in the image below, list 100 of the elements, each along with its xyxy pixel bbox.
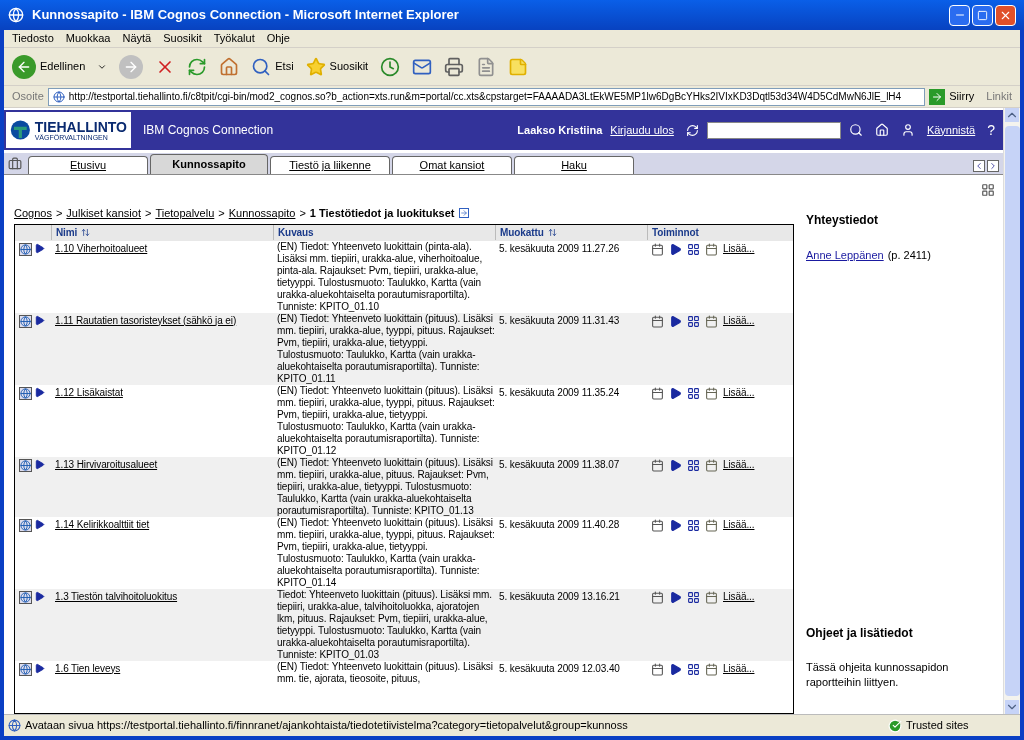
- run-icon[interactable]: [34, 518, 45, 530]
- report-icon[interactable]: [19, 590, 32, 604]
- report-name-link[interactable]: 1.14 Kelirikkoalttiit tiet: [51, 516, 273, 531]
- grid-icon[interactable]: [687, 386, 700, 400]
- breadcrumb-current: 1 Tiestötiedot ja luokitukset: [309, 206, 455, 221]
- run-icon[interactable]: [669, 242, 682, 256]
- more-link[interactable]: Lisää...: [723, 314, 755, 327]
- column-header[interactable]: Muokattu: [495, 225, 647, 240]
- column-header[interactable]: Toiminnot: [647, 225, 793, 240]
- contact-link[interactable]: Anne Leppänen: [806, 247, 884, 264]
- more-link[interactable]: Lisää...: [723, 386, 755, 399]
- search-button[interactable]: Etsi: [251, 56, 294, 77]
- go-button[interactable]: Siirry: [929, 88, 975, 105]
- refresh-icon[interactable]: [685, 123, 699, 137]
- run-icon[interactable]: [34, 314, 45, 326]
- breadcrumb-link[interactable]: Tietopalvelu: [155, 205, 215, 222]
- breadcrumb-link[interactable]: Julkiset kansiot: [66, 205, 141, 222]
- tab[interactable]: Kunnossapito: [150, 154, 268, 174]
- scroll-down-icon[interactable]: [1005, 700, 1019, 714]
- grid-icon[interactable]: [687, 662, 700, 676]
- run-icon[interactable]: [34, 590, 45, 602]
- schedule-icon[interactable]: [705, 242, 718, 256]
- run-icon[interactable]: [34, 386, 45, 398]
- sort-icon[interactable]: [547, 228, 557, 237]
- menu-item[interactable]: Tiedosto: [12, 30, 54, 47]
- report-icon[interactable]: [19, 458, 32, 472]
- schedule-icon[interactable]: [705, 518, 718, 532]
- more-link[interactable]: Lisää...: [723, 518, 755, 531]
- logout-link[interactable]: Kirjaudu ulos: [610, 121, 674, 139]
- print-icon[interactable]: [444, 56, 465, 77]
- run-icon[interactable]: [669, 458, 682, 472]
- more-link[interactable]: Lisää...: [723, 662, 755, 675]
- tab[interactable]: Etusivu: [28, 156, 148, 174]
- grid-icon[interactable]: [687, 242, 700, 256]
- schedule-icon[interactable]: [705, 458, 718, 472]
- grid-icon[interactable]: [687, 590, 700, 604]
- close-button[interactable]: [995, 4, 1016, 26]
- report-name-link[interactable]: 1.3 Tiestön talvihoitoluokitus: [51, 588, 273, 603]
- breadcrumb-link[interactable]: Kunnossapito: [228, 205, 296, 222]
- tab[interactable]: Haku: [514, 156, 634, 174]
- search-icon[interactable]: [848, 123, 863, 137]
- tab[interactable]: Omat kansiot: [392, 156, 512, 174]
- grid-icon[interactable]: [687, 518, 700, 532]
- menu-item[interactable]: Työkalut: [213, 30, 255, 47]
- report-icon[interactable]: [19, 662, 32, 676]
- run-icon[interactable]: [669, 314, 682, 328]
- run-icon[interactable]: [669, 590, 682, 604]
- tab[interactable]: Tiestö ja liikenne: [270, 156, 390, 174]
- run-icon[interactable]: [669, 386, 682, 400]
- address-field[interactable]: http://testportal.tiehallinto.fi/c8tpit/cgi-bin/mod2_cognos.so?b_action=xts.run&m=portal/cc.xts&cpstarget=FAAAADA3LtEkWE5MP1lw6DgBcYHks2IVIxKD3Dqtl53d34W4D5CdMwN6JlE_lH4: [47, 87, 926, 106]
- menu-item[interactable]: Suosikit: [163, 30, 202, 47]
- menu-item[interactable]: Muokkaa: [65, 30, 111, 47]
- links-label[interactable]: Linkit: [986, 88, 1012, 105]
- help-menu[interactable]: ?: [987, 119, 995, 141]
- schedule-icon[interactable]: [705, 314, 718, 328]
- layout-icon[interactable]: [981, 183, 995, 197]
- grid-icon[interactable]: [687, 314, 700, 328]
- run-icon[interactable]: [34, 242, 45, 254]
- report-name-link[interactable]: 1.6 Tien leveys: [51, 660, 273, 675]
- schedule-icon[interactable]: [705, 662, 718, 676]
- scroll-up-icon[interactable]: [1005, 108, 1019, 122]
- page-icon: [8, 719, 21, 732]
- report-icon[interactable]: [19, 386, 32, 400]
- report-name-link[interactable]: 1.12 Lisäkaistat: [51, 384, 273, 399]
- menu-item[interactable]: Ohje: [266, 30, 290, 47]
- report-name-link[interactable]: 1.11 Rautatien tasoristeykset (sähkö ja ei): [51, 312, 273, 327]
- run-icon[interactable]: [34, 458, 45, 470]
- more-link[interactable]: Lisää...: [723, 242, 755, 255]
- report-name-link[interactable]: 1.13 Hirvivaroitusalueet: [51, 456, 273, 471]
- report-icon[interactable]: [19, 242, 32, 256]
- modified-cell-text: 5. kesäkuuta 2009 11.35.24: [498, 385, 621, 399]
- person-icon[interactable]: [900, 123, 915, 137]
- column-header[interactable]: Nimi: [51, 225, 273, 240]
- more-link[interactable]: Lisää...: [723, 590, 755, 603]
- scrollbar[interactable]: [1003, 108, 1020, 714]
- sort-icon[interactable]: [81, 228, 91, 237]
- schedule-icon[interactable]: [705, 386, 718, 400]
- launch-menu[interactable]: Käynnistä: [926, 121, 976, 139]
- run-icon[interactable]: [669, 662, 682, 676]
- grid-icon[interactable]: [687, 458, 700, 472]
- breadcrumb-separator: >: [55, 206, 63, 221]
- maximize-button[interactable]: [972, 4, 993, 26]
- more-link[interactable]: Lisää...: [723, 458, 755, 471]
- run-icon[interactable]: [34, 662, 45, 674]
- minimize-button[interactable]: [949, 4, 970, 26]
- column-header[interactable]: Kuvaus: [273, 225, 495, 240]
- scroll-right-icon[interactable]: [987, 160, 999, 172]
- report-name-link[interactable]: 1.10 Viherhoitoalueet: [51, 240, 273, 255]
- home-icon[interactable]: [874, 123, 889, 137]
- run-icon[interactable]: [669, 518, 682, 532]
- schedule-icon[interactable]: [705, 590, 718, 604]
- search-field[interactable]: [706, 121, 841, 139]
- report-icon[interactable]: [19, 518, 32, 532]
- history-icon[interactable]: [380, 56, 401, 77]
- menu-item[interactable]: Näytä: [122, 30, 152, 47]
- breadcrumb-link[interactable]: Cognos: [14, 205, 52, 222]
- scroll-left-icon[interactable]: [973, 160, 985, 172]
- back-button[interactable]: Edellinen: [12, 54, 86, 79]
- favorites-button[interactable]: Suosikit: [305, 56, 369, 77]
- report-icon[interactable]: [19, 314, 32, 328]
